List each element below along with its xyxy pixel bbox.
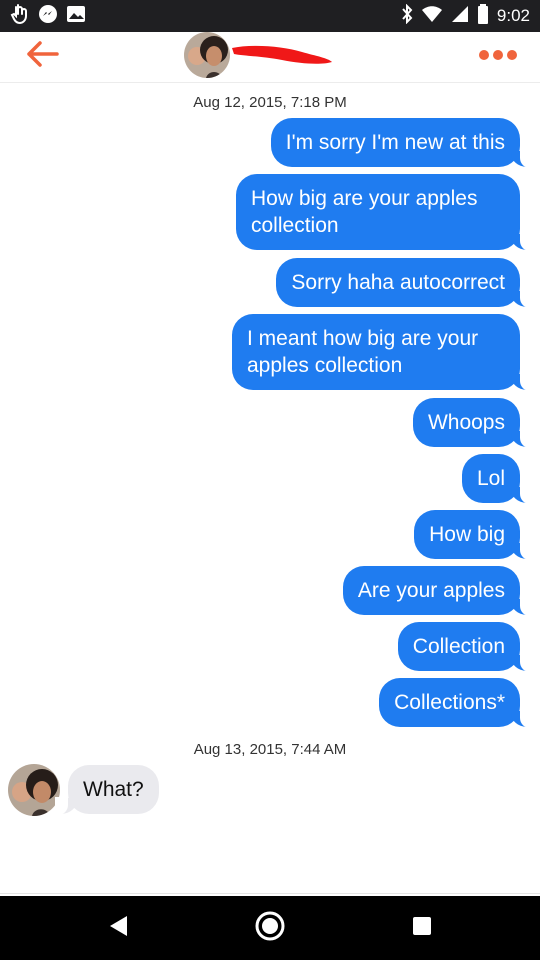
dot [479, 50, 489, 60]
bluetooth-icon [401, 3, 413, 29]
back-button[interactable] [20, 34, 64, 78]
outgoing-message[interactable]: Whoops [412, 398, 534, 448]
name-redaction [230, 40, 334, 75]
wifi-icon [421, 5, 443, 28]
status-bar-system: 9:02 [401, 3, 530, 29]
sender-avatar[interactable] [8, 764, 60, 816]
more-options-button[interactable] [470, 40, 526, 70]
outgoing-message[interactable]: How big [414, 510, 533, 560]
outgoing-message[interactable]: Are your apples [342, 566, 534, 616]
nav-recents-button[interactable] [402, 910, 442, 946]
chat-header [0, 32, 540, 83]
message-timestamp: Aug 12, 2015, 7:18 PM [193, 94, 347, 111]
status-time: 9:02 [496, 6, 530, 25]
nav-home-button[interactable] [250, 910, 290, 946]
touch-icon [10, 3, 30, 30]
contact-avatar[interactable] [184, 32, 230, 78]
battery-icon [477, 3, 489, 29]
outgoing-message[interactable]: I'm sorry I'm new at this [270, 118, 534, 168]
outgoing-message[interactable]: Lol [461, 454, 534, 504]
outgoing-message[interactable]: Collections* [379, 678, 533, 728]
dot [507, 50, 517, 60]
dot [493, 50, 503, 60]
arrow-left-icon [25, 40, 59, 73]
outgoing-message[interactable]: Sorry haha autocorrect [276, 258, 533, 308]
divider [0, 893, 540, 894]
system-nav-bar [0, 896, 540, 960]
messenger-icon [38, 4, 58, 29]
recents-square-icon [411, 915, 433, 942]
incoming-message[interactable]: What? [55, 765, 159, 815]
home-circle-icon [254, 910, 286, 947]
message-timestamp: Aug 13, 2015, 7:44 AM [193, 741, 347, 758]
outgoing-message[interactable]: Collection [397, 622, 534, 672]
back-triangle-icon [107, 914, 129, 943]
nav-back-button[interactable] [98, 910, 138, 946]
status-bar-notifications [10, 3, 86, 30]
outgoing-message[interactable]: How big are your apples collection [236, 174, 533, 251]
status-bar: 9:02 [0, 0, 540, 32]
image-icon [66, 5, 86, 28]
outgoing-message[interactable]: I meant how big are your apples collecti… [232, 314, 533, 391]
signal-icon [451, 5, 469, 28]
